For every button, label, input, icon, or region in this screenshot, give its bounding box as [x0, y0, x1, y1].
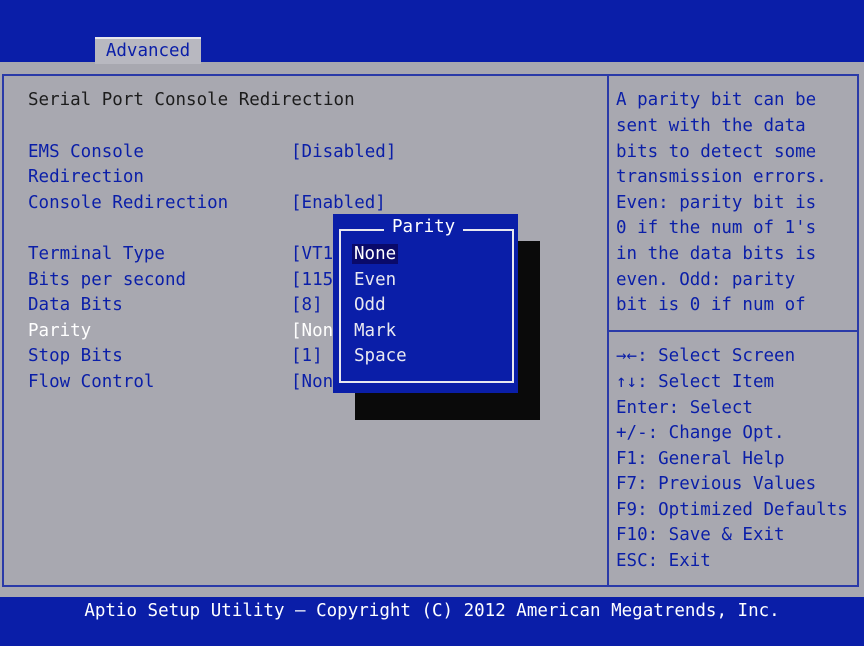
setting-label-terminal-type[interactable]: Terminal Type — [28, 244, 165, 264]
setting-label-flow-control[interactable]: Flow Control — [28, 372, 154, 392]
popup-title: Parity — [384, 217, 464, 237]
help-divider — [609, 330, 859, 332]
setting-value-ems-console[interactable]: [Disabled] — [291, 142, 396, 162]
setting-value-parity[interactable]: [Non — [291, 321, 333, 341]
help-text-line: bit is 0 if num of — [616, 295, 806, 315]
popup-option-none[interactable]: None — [352, 244, 399, 264]
popup-option-even[interactable]: Even — [354, 270, 396, 290]
key-hint-select-item: ↑↓: Select Item — [616, 372, 775, 392]
key-hint-f7: F7: Previous Values — [616, 474, 817, 494]
setting-value-flow-control[interactable]: [Non — [291, 372, 333, 392]
key-hint-f10: F10: Save & Exit — [616, 525, 785, 545]
setting-value-data-bits[interactable]: [8] — [291, 295, 323, 315]
setting-value-bits-per-second[interactable]: [115 — [291, 270, 333, 290]
section-title: Serial Port Console Redirection — [28, 90, 355, 110]
popup-option-mark[interactable]: Mark — [354, 321, 396, 341]
popup-option-space[interactable]: Space — [354, 346, 407, 366]
popup-option-odd[interactable]: Odd — [354, 295, 386, 315]
setting-label-data-bits[interactable]: Data Bits — [28, 295, 123, 315]
help-text-line: 0 if the num of 1's — [616, 218, 817, 238]
setting-label-parity[interactable]: Parity — [28, 321, 91, 341]
help-text-line: sent with the data — [616, 116, 806, 136]
key-hint-enter: Enter: Select — [616, 398, 753, 418]
key-hint-select-screen: →←: Select Screen — [616, 346, 796, 366]
setting-label-bits-per-second[interactable]: Bits per second — [28, 270, 186, 290]
setting-value-console-redirection[interactable]: [Enabled] — [291, 193, 386, 213]
setting-value-stop-bits[interactable]: [1] — [291, 346, 323, 366]
key-hint-esc: ESC: Exit — [616, 551, 711, 571]
key-hint-f1: F1: General Help — [616, 449, 785, 469]
help-text-line: A parity bit can be — [616, 90, 817, 110]
key-hint-f9: F9: Optimized Defaults — [616, 500, 848, 520]
tab-advanced[interactable]: Advanced — [95, 37, 201, 64]
help-text-line: bits to detect some — [616, 142, 817, 162]
setting-label-ems-console[interactable]: EMS Console — [28, 142, 144, 162]
help-text-line: in the data bits is — [616, 244, 817, 264]
setting-label-console-redirection[interactable]: Console Redirection — [28, 193, 228, 213]
key-hint-change-opt: +/-: Change Opt. — [616, 423, 785, 443]
help-text-line: even. Odd: parity — [616, 270, 796, 290]
help-text-line: Even: parity bit is — [616, 193, 817, 213]
footer-copyright: Aptio Setup Utility – Copyright (C) 2012… — [0, 597, 864, 646]
setting-label-ems-console-line2[interactable]: Redirection — [28, 167, 144, 187]
help-text-line: transmission errors. — [616, 167, 827, 187]
setting-label-stop-bits[interactable]: Stop Bits — [28, 346, 123, 366]
setting-value-terminal-type[interactable]: [VT1 — [291, 244, 333, 264]
